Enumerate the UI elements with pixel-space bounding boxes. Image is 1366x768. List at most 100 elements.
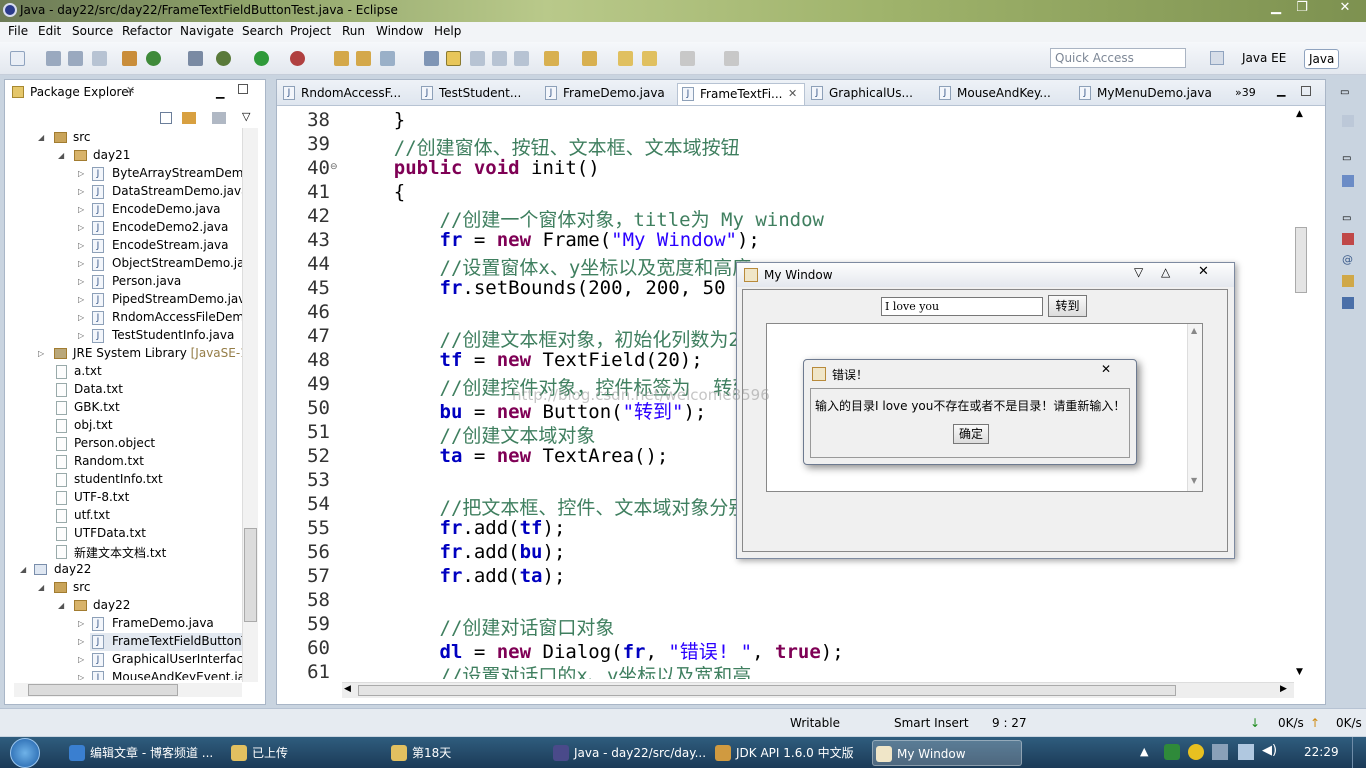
last-edit-icon[interactable]	[618, 51, 633, 66]
tree-item-file[interactable]: 新建文本文档.txt	[74, 544, 166, 561]
minimize-view-icon[interactable]: ▁	[216, 86, 224, 99]
close-button[interactable]: ✕	[1101, 362, 1111, 376]
taskbar-item[interactable]: 第18天	[388, 740, 538, 766]
fold-collapse-icon[interactable]: ⊖	[330, 162, 338, 172]
tree-item-file[interactable]: DataStreamDemo.java	[112, 184, 242, 198]
tray-expand-icon[interactable]: ▲	[1140, 745, 1148, 758]
problems-icon[interactable]	[1342, 233, 1354, 245]
menu-search[interactable]: Search	[242, 24, 283, 38]
maximize-view-icon[interactable]	[238, 84, 248, 94]
open-type-icon[interactable]	[334, 51, 349, 66]
expand-icon[interactable]: ▷	[78, 619, 86, 628]
task-list-icon[interactable]	[1342, 115, 1354, 127]
expand-icon[interactable]: ◢	[20, 565, 28, 574]
tree-item-file[interactable]: utf.txt	[74, 508, 110, 522]
menu-window[interactable]: Window	[376, 24, 423, 38]
tree-item-file[interactable]: EncodeStream.java	[112, 238, 229, 252]
expand-icon[interactable]: ▷	[78, 241, 86, 250]
forward-icon[interactable]	[680, 51, 695, 66]
scroll-thumb[interactable]	[28, 684, 178, 696]
menu-source[interactable]: Source	[72, 24, 113, 38]
expand-icon[interactable]: ▷	[78, 187, 86, 196]
expand-icon[interactable]: ▷	[78, 295, 86, 304]
expand-icon[interactable]: ▷	[78, 655, 86, 664]
tree-item-file[interactable]: EncodeDemo.java	[112, 202, 221, 216]
taskbar-item[interactable]: 编辑文章 - 博客频道 ...	[66, 740, 216, 766]
tree-item-file[interactable]: Person.object	[74, 436, 155, 450]
scroll-thumb[interactable]	[1295, 227, 1307, 293]
toggle-mark-occurrences-icon[interactable]	[446, 51, 461, 66]
taskbar-item[interactable]: JDK API 1.6.0 中文版	[712, 740, 862, 766]
menu-help[interactable]: Help	[434, 24, 461, 38]
tree-item-file[interactable]: UTF-8.txt	[74, 490, 129, 504]
tree-item-file[interactable]: obj.txt	[74, 418, 113, 432]
editor-tab[interactable]: J TestStudent...	[417, 83, 539, 105]
new-package-icon[interactable]	[122, 51, 137, 66]
link-with-editor-icon[interactable]	[182, 112, 196, 124]
perspective-java-ee[interactable]: Java EE	[1238, 49, 1290, 69]
run-icon[interactable]	[254, 51, 269, 66]
scroll-up-icon[interactable]: ▲	[1296, 109, 1303, 119]
tab-overflow-button[interactable]: »39	[1235, 86, 1256, 99]
close-icon[interactable]: ✕	[126, 84, 135, 97]
scroll-up-icon[interactable]: ▲	[1191, 326, 1197, 335]
minimize-button[interactable]: ▁	[1264, 0, 1288, 18]
expand-icon[interactable]: ◢	[38, 133, 46, 142]
textarea-scrollbar[interactable]: ▲ ▼	[1187, 324, 1202, 491]
maximize-view-icon[interactable]	[1301, 86, 1311, 96]
search-icon[interactable]	[380, 51, 395, 66]
focus-icon[interactable]	[212, 112, 226, 124]
open-perspective-icon[interactable]	[1210, 51, 1224, 65]
tree-item-file[interactable]: GBK.txt	[74, 400, 120, 414]
tree-item-file[interactable]: PipedStreamDemo.java	[112, 292, 242, 306]
show-desktop-button[interactable]	[1352, 737, 1366, 768]
network-tray-icon[interactable]	[1238, 744, 1254, 760]
editor-tab[interactable]: J GraphicalUs...	[807, 83, 931, 105]
tree-item-src[interactable]: src	[73, 130, 91, 144]
next-annotation-icon[interactable]	[424, 51, 439, 66]
directory-textfield[interactable]: I love you	[881, 297, 1043, 316]
expand-icon[interactable]: ▷	[78, 331, 86, 340]
declaration-icon[interactable]	[1342, 275, 1354, 287]
restore-icon[interactable]: ▭	[1342, 213, 1351, 224]
debug-icon[interactable]	[216, 51, 231, 66]
toggle-block-icon[interactable]	[470, 51, 485, 66]
view-menu-icon[interactable]: ▽	[242, 110, 250, 123]
tree-item-file[interactable]: ByteArrayStreamDemo.ja	[112, 166, 242, 180]
menu-edit[interactable]: Edit	[38, 24, 61, 38]
menu-project[interactable]: Project	[290, 24, 331, 38]
scroll-thumb[interactable]	[244, 528, 257, 622]
tree-item-day22-project[interactable]: day22	[54, 562, 91, 576]
expand-icon[interactable]: ▷	[78, 205, 86, 214]
tree-item-jre[interactable]: JRE System Library [JavaSE-1.7]	[73, 346, 242, 360]
explorer-vertical-scrollbar[interactable]	[242, 128, 258, 682]
start-button[interactable]	[10, 738, 40, 768]
console-icon[interactable]	[1342, 297, 1354, 309]
menu-file[interactable]: File	[8, 24, 28, 38]
word-wrap-icon[interactable]	[514, 51, 529, 66]
outline-icon[interactable]	[1342, 175, 1354, 187]
print-icon[interactable]	[92, 51, 107, 66]
quick-access-input[interactable]: Quick Access	[1050, 48, 1186, 68]
scroll-down-icon[interactable]: ▼	[1191, 476, 1197, 485]
taskbar-item[interactable]: 已上传	[228, 740, 378, 766]
editor-tab[interactable]: J FrameDemo.java	[541, 83, 675, 105]
package-explorer-tab[interactable]: Package Explorer ✕	[6, 81, 146, 103]
editor-tab[interactable]: J MouseAndKey...	[935, 83, 1065, 105]
expand-icon[interactable]: ▷	[78, 637, 86, 646]
tree-item-day22[interactable]: day22	[93, 598, 130, 612]
explorer-horizontal-scrollbar[interactable]	[14, 683, 242, 697]
volume-icon[interactable]: ◀)	[1262, 743, 1277, 758]
tree-item-file[interactable]: ObjectStreamDemo.java	[112, 256, 242, 270]
scroll-left-icon[interactable]: ◀	[344, 684, 351, 694]
expand-icon[interactable]: ◢	[58, 601, 66, 610]
pin-editor-icon[interactable]	[724, 51, 739, 66]
back-icon[interactable]	[642, 51, 657, 66]
tree-item-file[interactable]: Random.txt	[74, 454, 144, 468]
tree-item-file[interactable]: Person.java	[112, 274, 181, 288]
tree-item-file[interactable]: GraphicalUserInterface.ja	[112, 652, 242, 666]
taskbar-item[interactable]: Java - day22/src/day...	[550, 740, 706, 766]
close-icon[interactable]: ✕	[788, 84, 797, 104]
external-tools-icon[interactable]	[290, 51, 305, 66]
expand-icon[interactable]: ▷	[78, 277, 86, 286]
